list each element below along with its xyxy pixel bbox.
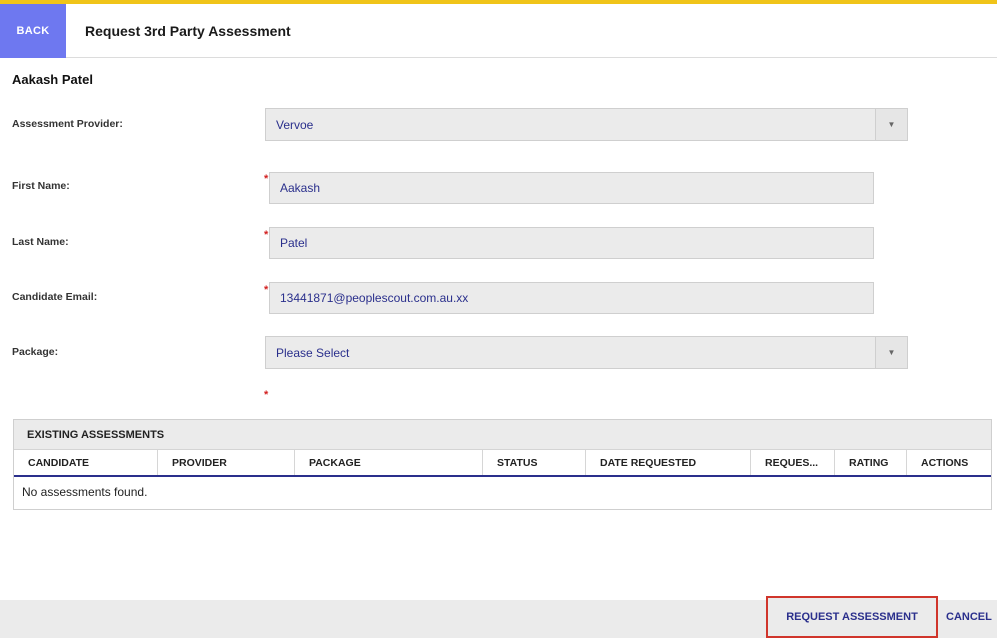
assessment-provider-value: Vervoe: [276, 117, 314, 132]
cancel-button[interactable]: CANCEL: [946, 600, 997, 634]
column-header-candidate[interactable]: CANDIDATE: [14, 450, 158, 475]
assessments-table-header: CANDIDATE PROVIDER PACKAGE STATUS DATE R…: [14, 450, 991, 477]
candidate-email-field[interactable]: 13441871@peoplescout.com.au.xx: [269, 282, 874, 314]
column-header-requested-by[interactable]: REQUES...: [751, 450, 835, 475]
package-label: Package:: [12, 346, 59, 358]
column-header-actions[interactable]: ACTIONS: [907, 450, 991, 475]
no-assessments-message: No assessments found.: [22, 485, 148, 499]
column-header-date-requested[interactable]: DATE REQUESTED: [586, 450, 751, 475]
assessment-provider-label: Assessment Provider:: [12, 118, 123, 130]
request-assessment-button[interactable]: REQUEST ASSESSMENT: [766, 596, 938, 638]
chevron-down-icon[interactable]: ▼: [875, 337, 907, 368]
required-indicator: *: [264, 389, 269, 401]
column-header-package[interactable]: PACKAGE: [295, 450, 483, 475]
chevron-down-icon[interactable]: ▼: [875, 109, 907, 140]
package-value: Please Select: [276, 345, 350, 360]
last-name-field[interactable]: Patel: [269, 227, 874, 259]
first-name-field[interactable]: Aakash: [269, 172, 874, 204]
package-select[interactable]: Please Select ▼: [265, 336, 908, 369]
page-title: Request 3rd Party Assessment: [85, 23, 291, 39]
column-header-status[interactable]: STATUS: [483, 450, 586, 475]
existing-assessments-title: EXISTING ASSESSMENTS: [14, 420, 991, 450]
required-indicator: *: [264, 173, 269, 185]
existing-assessments-panel: EXISTING ASSESSMENTS CANDIDATE PROVIDER …: [13, 419, 992, 510]
column-header-provider[interactable]: PROVIDER: [158, 450, 295, 475]
last-name-label: Last Name:: [12, 236, 69, 248]
first-name-label: First Name:: [12, 180, 70, 192]
candidate-email-label: Candidate Email:: [12, 291, 98, 303]
required-indicator: *: [264, 284, 269, 296]
assessment-provider-select[interactable]: Vervoe ▼: [265, 108, 908, 141]
required-indicator: *: [264, 229, 269, 241]
candidate-name: Aakash Patel: [12, 72, 93, 87]
page-header: BACK Request 3rd Party Assessment: [0, 4, 997, 58]
back-button[interactable]: BACK: [0, 4, 66, 58]
column-header-rating[interactable]: RATING: [835, 450, 907, 475]
